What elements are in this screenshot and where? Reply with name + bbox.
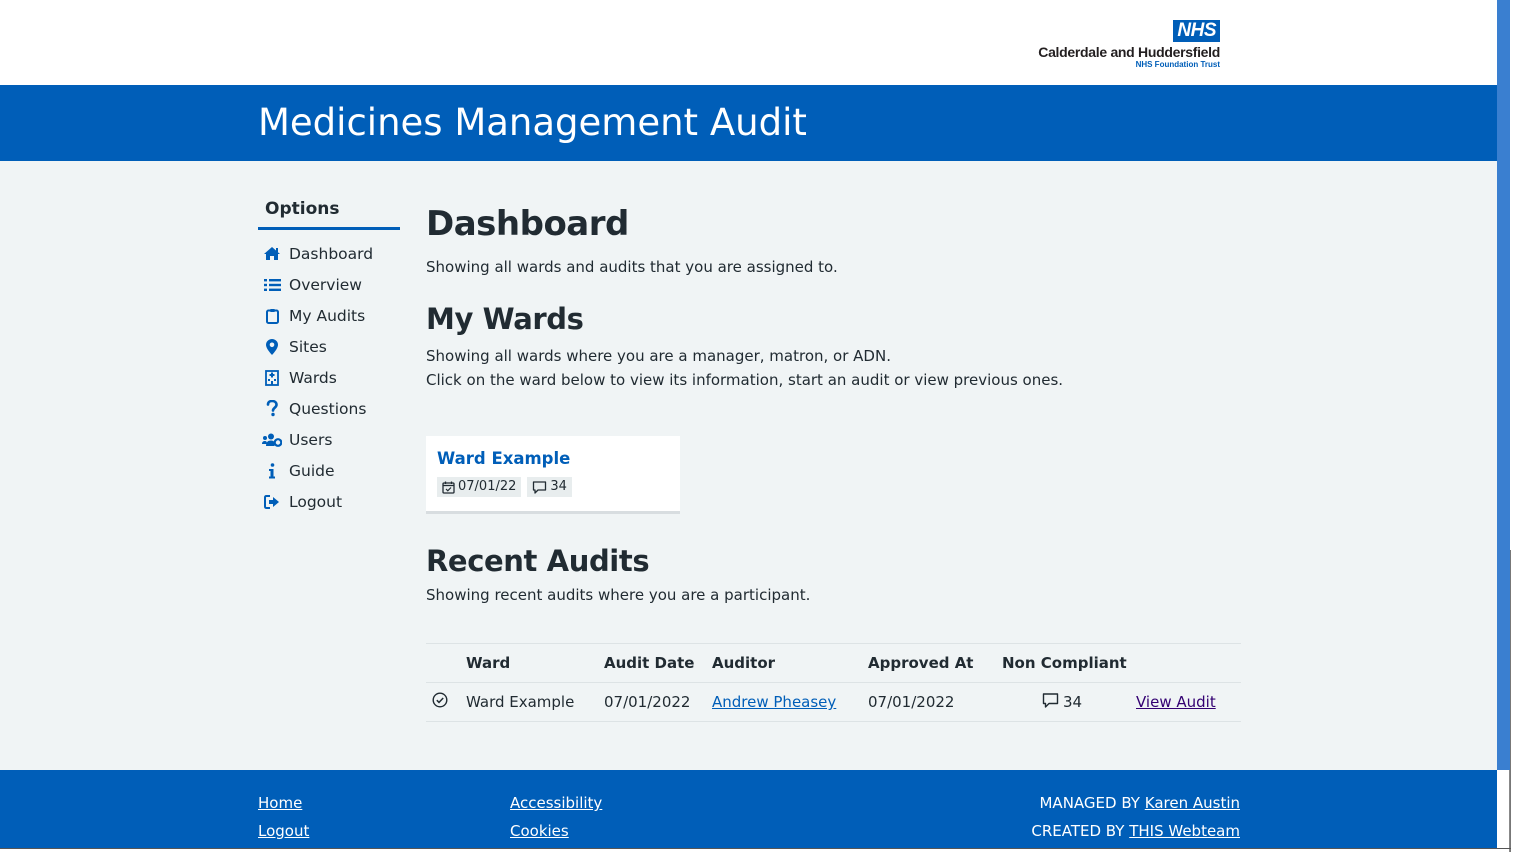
sidebar-item-logout[interactable]: Logout (258, 486, 400, 517)
recent-audits-table: Ward Audit Date Auditor Approved At Non … (426, 643, 1241, 722)
table-header-row: Ward Audit Date Auditor Approved At Non … (426, 644, 1241, 683)
column-header-audit-date: Audit Date (604, 654, 695, 672)
footer-link-cookies[interactable]: Cookies (510, 821, 569, 841)
page-title: Dashboard (426, 204, 629, 244)
column-header-auditor: Auditor (712, 654, 776, 672)
sign-out-icon (262, 493, 282, 511)
non-compliant-count: 34 (1062, 693, 1083, 711)
logo-trust: NHS Foundation Trust (1135, 60, 1220, 69)
cell-ward: Ward Example (466, 693, 575, 711)
cell-non-compliant: 34 (1002, 692, 1136, 712)
column-header-approved-at: Approved At (868, 654, 974, 672)
sidebar-item-label: Dashboard (289, 244, 374, 263)
clipboard-icon (262, 307, 282, 325)
sidebar-item-sites[interactable]: Sites (258, 331, 400, 362)
managed-by-label: MANAGED BY (1039, 794, 1140, 812)
column-header-ward: Ward (466, 654, 511, 672)
ward-card-title[interactable]: Ward Example (437, 446, 669, 472)
calendar-check-icon (442, 481, 455, 494)
home-icon (262, 245, 282, 263)
window-bottom-edge (0, 848, 1511, 849)
footer-link-logout[interactable]: Logout (258, 821, 309, 841)
my-wards-description: Showing all wards where you are a manage… (426, 347, 891, 365)
sidebar-item-wards[interactable]: Wards (258, 362, 400, 393)
last-audit-date: 07/01/22 (458, 479, 517, 494)
page-subtitle: Showing all wards and audits that you ar… (426, 258, 838, 276)
nhs-logo-badge: NHS (1173, 20, 1220, 42)
comment-icon (1042, 692, 1059, 712)
users-cog-icon (262, 431, 282, 449)
hospital-building-icon (262, 369, 282, 387)
map-marker-icon (262, 338, 282, 356)
sidebar-item-label: Sites (289, 337, 327, 356)
sidebar-item-overview[interactable]: Overview (258, 269, 400, 300)
app-title[interactable]: Medicines Management Audit (258, 101, 807, 145)
scrollbar-track-end (1497, 770, 1510, 852)
created-by-link[interactable]: THIS Webteam (1129, 822, 1240, 840)
nhs-trust-logo[interactable]: NHS Calderdale and Huddersfield NHS Foun… (1038, 20, 1220, 70)
sidebar-item-label: My Audits (289, 306, 366, 325)
footer-link-accessibility[interactable]: Accessibility (510, 793, 602, 813)
cell-audit-date: 07/01/2022 (604, 693, 691, 711)
last-audit-date-badge: 07/01/22 (437, 477, 522, 497)
column-header-non-compliant: Non Compliant (1002, 654, 1127, 672)
ward-card-badges: 07/01/22 34 (437, 477, 669, 497)
sidebar-title: Options (258, 195, 400, 230)
cell-approved-at: 07/01/2022 (868, 693, 955, 711)
sidebar-item-my-audits[interactable]: My Audits (258, 300, 400, 331)
list-icon (262, 276, 282, 294)
check-circle-icon (432, 692, 448, 712)
window-edge (1510, 550, 1511, 852)
recent-audits-heading: Recent Audits (426, 544, 650, 578)
managed-by-link[interactable]: Karen Austin (1145, 794, 1240, 812)
sidebar-item-users[interactable]: Users (258, 424, 400, 455)
my-wards-instructions: Click on the ward below to view its info… (426, 371, 1064, 389)
sidebar-item-label: Wards (289, 368, 337, 387)
status-cell (426, 692, 466, 712)
sidebar-item-label: Overview (289, 275, 362, 294)
footer: Home Logout Accessibility Cookies MANAGE… (0, 770, 1497, 848)
main-content: Dashboard Showing all wards and audits t… (426, 200, 1241, 722)
managed-by: MANAGED BY Karen Austin (1039, 793, 1240, 813)
question-icon (262, 400, 282, 418)
sidebar-item-label: Users (289, 430, 333, 449)
ward-card[interactable]: Ward Example 07/01/22 34 (426, 436, 680, 514)
sidebar-item-label: Guide (289, 461, 335, 480)
footer-link-home[interactable]: Home (258, 793, 302, 813)
my-wards-heading: My Wards (426, 302, 584, 336)
sidebar-item-questions[interactable]: Questions (258, 393, 400, 424)
table-row: Ward Example 07/01/2022 Andrew Pheasey 0… (426, 683, 1241, 722)
created-by: CREATED BY THIS Webteam (1031, 821, 1240, 841)
sidebar-item-guide[interactable]: Guide (258, 455, 400, 486)
comments-badge: 34 (527, 477, 572, 497)
recent-audits-description: Showing recent audits where you are a pa… (426, 586, 811, 604)
view-audit-link[interactable]: View Audit (1136, 693, 1216, 711)
sidebar-item-label: Logout (289, 492, 343, 511)
sidebar: Options Dashboard Overview My Audits Sit… (258, 195, 400, 517)
logo-organisation: Calderdale and Huddersfield (1038, 44, 1220, 60)
auditor-link[interactable]: Andrew Pheasey (712, 693, 836, 711)
sidebar-item-label: Questions (289, 399, 367, 418)
info-icon (262, 462, 282, 480)
sidebar-item-dashboard[interactable]: Dashboard (258, 238, 400, 269)
vertical-scrollbar[interactable] (1497, 0, 1510, 770)
sidebar-nav: Dashboard Overview My Audits Sites Wards (258, 238, 400, 517)
comments-count: 34 (550, 479, 567, 494)
top-bar: NHS Calderdale and Huddersfield NHS Foun… (0, 0, 1497, 85)
comment-icon (532, 480, 547, 494)
created-by-label: CREATED BY (1031, 822, 1125, 840)
app-banner: Medicines Management Audit (0, 85, 1497, 161)
